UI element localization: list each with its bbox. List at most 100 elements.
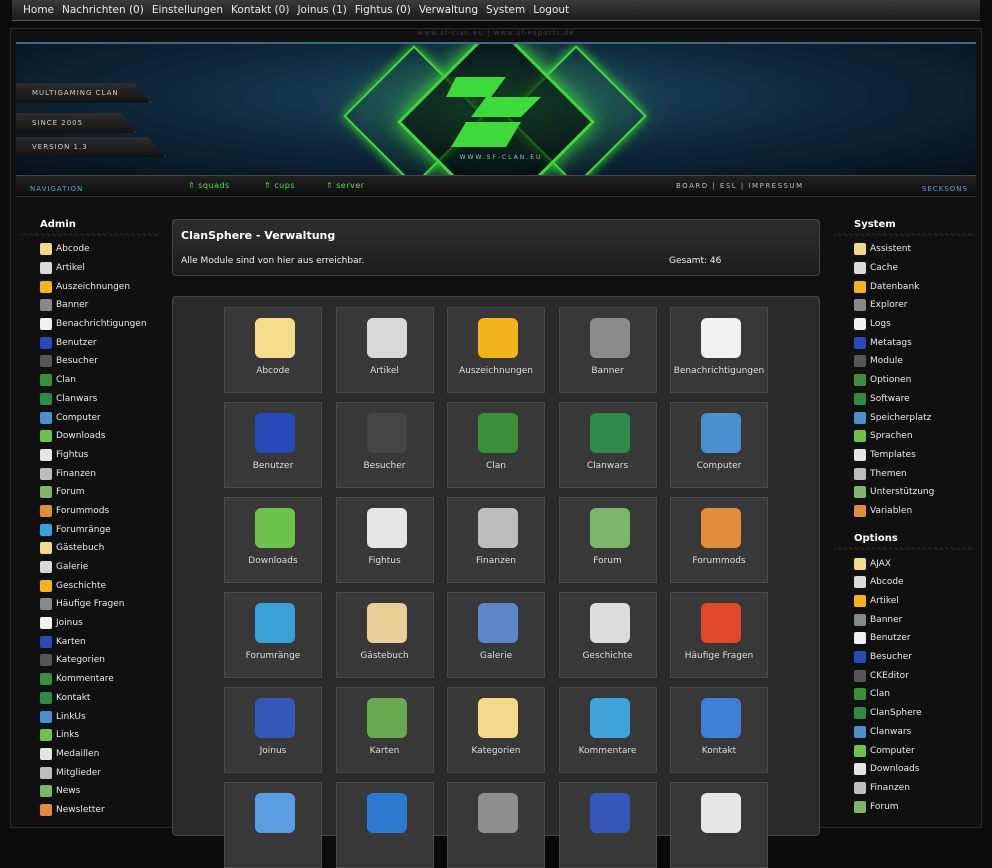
sidebar-item[interactable]: Galerie [20, 558, 160, 577]
sidebar-item[interactable]: Joinus [20, 614, 160, 633]
sidebar-item[interactable]: Links [20, 726, 160, 745]
module-tile[interactable] [447, 782, 545, 868]
module-tile[interactable]: Gästebuch [335, 592, 434, 678]
module-tile[interactable]: Banner [558, 307, 657, 393]
module-tile[interactable] [558, 782, 657, 868]
module-tile[interactable]: Clan [447, 402, 545, 488]
sidebar-item[interactable]: Module [834, 352, 974, 371]
sidebar-item[interactable]: Häufige Fragen [20, 595, 160, 614]
module-tile[interactable]: Geschichte [558, 592, 657, 678]
sidebar-item[interactable]: Assistent [834, 240, 974, 259]
sidebar-item[interactable]: Clan [20, 371, 160, 390]
module-tile[interactable]: Artikel [335, 307, 434, 393]
sidebar-item[interactable]: Forum [834, 797, 974, 816]
sidebar-item[interactable]: Clan [834, 685, 974, 704]
sidebar-item[interactable]: Kategorien [20, 651, 160, 670]
module-tile[interactable]: Computer [670, 402, 768, 488]
module-tile[interactable] [335, 782, 434, 868]
sidebar-item[interactable]: Forum [20, 483, 160, 502]
module-tile[interactable]: Forum [558, 497, 657, 583]
sidebar-item[interactable]: Medaillen [20, 745, 160, 764]
subnav-right-links[interactable]: BOARD | ESL | IMPRESSUM [676, 182, 804, 190]
sidebar-item[interactable]: Benutzer [20, 333, 160, 352]
topnav-link[interactable]: System [486, 4, 525, 16]
module-tile[interactable]: Häufige Fragen [670, 592, 768, 678]
module-tile[interactable]: Forumränge [224, 592, 322, 678]
sidebar-item[interactable]: Finanzen [20, 464, 160, 483]
sidebar-item[interactable]: Artikel [20, 259, 160, 278]
sidebar-item[interactable]: Logs [834, 315, 974, 334]
topnav-link[interactable]: Home [23, 4, 54, 16]
module-tile[interactable]: Kommentare [558, 687, 657, 773]
topnav-link[interactable]: Nachrichten (0) [62, 4, 144, 16]
sidebar-item[interactable]: Besucher [834, 648, 974, 667]
sidebar-item[interactable]: Auszeichnungen [20, 277, 160, 296]
sidebar-item[interactable]: LinkUs [20, 707, 160, 726]
subnav-squads[interactable]: ⇑ squads [188, 181, 230, 190]
sidebar-item[interactable]: Benachrichtigungen [20, 315, 160, 334]
sidebar-item[interactable]: Gästebuch [20, 539, 160, 558]
module-tile[interactable]: Galerie [447, 592, 545, 678]
sidebar-item[interactable]: Kommentare [20, 670, 160, 689]
sidebar-item[interactable]: Finanzen [834, 779, 974, 798]
sidebar-item[interactable]: Clanwars [20, 390, 160, 409]
sidebar-item[interactable]: Unterstützung [834, 483, 974, 502]
sidebar-item[interactable]: Speicherplatz [834, 408, 974, 427]
module-tile[interactable]: Kategorien [447, 687, 545, 773]
topnav-link[interactable]: Fightus (0) [355, 4, 411, 16]
sidebar-item[interactable]: Mitglieder [20, 763, 160, 782]
topnav-link[interactable]: Kontakt (0) [231, 4, 289, 16]
module-tile[interactable]: Downloads [224, 497, 322, 583]
sidebar-item[interactable]: Geschichte [20, 576, 160, 595]
module-tile[interactable]: Kontakt [670, 687, 768, 773]
sidebar-item[interactable]: CKEditor [834, 666, 974, 685]
sidebar-item[interactable]: Artikel [834, 592, 974, 611]
sidebar-item[interactable]: News [20, 782, 160, 801]
sidebar-item[interactable]: Sprachen [834, 427, 974, 446]
module-tile[interactable]: Benutzer [224, 402, 322, 488]
topnav-link[interactable]: Verwaltung [419, 4, 478, 16]
sidebar-item[interactable]: Abcode [20, 240, 160, 259]
sidebar-item[interactable]: Datenbank [834, 277, 974, 296]
module-tile[interactable]: Forummods [670, 497, 768, 583]
sidebar-item[interactable]: Besucher [20, 352, 160, 371]
module-tile[interactable] [224, 782, 322, 868]
module-tile[interactable]: Karten [335, 687, 434, 773]
sidebar-item[interactable]: Variablen [834, 502, 974, 521]
sidebar-item[interactable]: Metatags [834, 333, 974, 352]
subnav-cups[interactable]: ⇑ cups [264, 181, 295, 190]
sidebar-item[interactable]: Explorer [834, 296, 974, 315]
sidebar-item[interactable]: Software [834, 390, 974, 409]
sidebar-item[interactable]: Forummods [20, 502, 160, 521]
sidebar-item[interactable]: Kontakt [20, 689, 160, 708]
module-tile[interactable] [670, 782, 768, 868]
sidebar-item[interactable]: Clanwars [834, 723, 974, 742]
sidebar-item[interactable]: Optionen [834, 371, 974, 390]
module-tile[interactable]: Abcode [224, 307, 322, 393]
subnav-server[interactable]: ⇑ server [326, 181, 365, 190]
module-tile[interactable]: Finanzen [447, 497, 545, 583]
sidebar-item[interactable]: Banner [834, 610, 974, 629]
sidebar-item[interactable]: Downloads [20, 427, 160, 446]
sidebar-item[interactable]: ClanSphere [834, 704, 974, 723]
module-tile[interactable]: Besucher [335, 402, 434, 488]
sidebar-item[interactable]: Newsletter [20, 801, 160, 820]
sidebar-item[interactable]: Benutzer [834, 629, 974, 648]
sidebar-item[interactable]: Templates [834, 446, 974, 465]
topnav-link[interactable]: Logout [533, 4, 569, 16]
module-tile[interactable]: Clanwars [558, 402, 657, 488]
sidebar-item[interactable]: Forumränge [20, 520, 160, 539]
sidebar-item[interactable]: Banner [20, 296, 160, 315]
sidebar-item[interactable]: Cache [834, 259, 974, 278]
sidebar-item[interactable]: Fightus [20, 446, 160, 465]
topnav-link[interactable]: Einstellungen [152, 4, 223, 16]
sidebar-item[interactable]: Downloads [834, 760, 974, 779]
module-tile[interactable]: Benachrichtigungen [670, 307, 768, 393]
module-tile[interactable]: Fightus [335, 497, 434, 583]
module-tile[interactable]: Auszeichnungen [447, 307, 545, 393]
sidebar-item[interactable]: Computer [834, 741, 974, 760]
sidebar-item[interactable]: AJAX [834, 554, 974, 573]
sidebar-item[interactable]: Karten [20, 632, 160, 651]
module-tile[interactable]: Joinus [224, 687, 322, 773]
sidebar-item[interactable]: Abcode [834, 573, 974, 592]
